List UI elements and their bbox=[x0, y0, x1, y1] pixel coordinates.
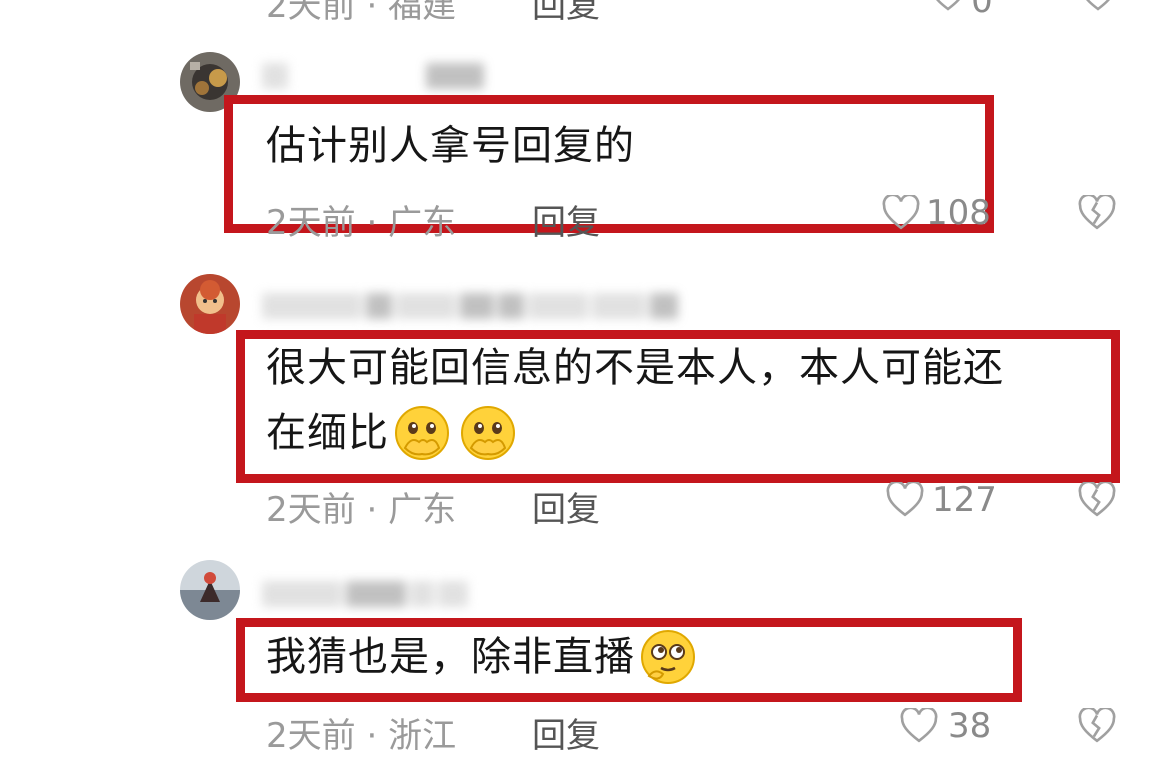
like-count: 108 bbox=[926, 193, 991, 233]
like-button[interactable]: 38 bbox=[900, 706, 991, 746]
heart-outline-icon bbox=[882, 195, 920, 230]
username-blurred[interactable] bbox=[262, 292, 678, 320]
meta-separator: · bbox=[366, 0, 378, 26]
dislike-button[interactable] bbox=[1078, 706, 1116, 748]
comment-location: 广东 bbox=[388, 490, 457, 530]
reply-button[interactable]: 回复 bbox=[532, 195, 600, 244]
like-count: 127 bbox=[932, 480, 997, 520]
like-button[interactable]: 127 bbox=[886, 480, 997, 520]
like-button[interactable]: 0 bbox=[930, 0, 993, 21]
comment-meta: 2天前 · 广东 bbox=[266, 195, 456, 244]
comment-location: 福建 bbox=[388, 0, 457, 26]
like-count: 0 bbox=[971, 0, 993, 21]
broken-heart-icon bbox=[1086, 0, 1110, 11]
broken-heart-icon bbox=[1078, 193, 1116, 230]
dislike-button[interactable] bbox=[1078, 193, 1116, 235]
comment-meta: 2天前 · 浙江 bbox=[266, 708, 456, 757]
comment-time: 2天前 bbox=[266, 0, 356, 26]
comment-location: 广东 bbox=[388, 203, 457, 243]
reply-button[interactable]: 回复 bbox=[532, 708, 600, 757]
hand-over-mouth-emoji bbox=[395, 406, 449, 460]
broken-heart-icon bbox=[1078, 480, 1116, 517]
comment-text-line2: 在缅比 bbox=[266, 404, 517, 462]
comment-text: 估计别人拿号回复的 bbox=[266, 123, 635, 169]
broken-heart-icon bbox=[1078, 706, 1116, 743]
hand-over-mouth-emoji bbox=[461, 406, 515, 460]
reply-button[interactable]: 回复 bbox=[532, 482, 600, 531]
comment-text-row: 我猜也是，除非直播 bbox=[266, 628, 697, 686]
like-button[interactable]: 108 bbox=[882, 193, 991, 233]
dislike-button[interactable] bbox=[1078, 480, 1116, 522]
comment-text: 在缅比 bbox=[266, 410, 389, 456]
comment-time: 2天前 bbox=[266, 716, 356, 756]
heart-outline-icon bbox=[900, 708, 938, 743]
comment-meta: 2天前 · 广东 bbox=[266, 482, 456, 531]
comment-time: 2天前 bbox=[266, 203, 356, 243]
meta-separator: · bbox=[366, 716, 378, 756]
comment-text-line1: 很大可能回信息的不是本人，本人可能还 bbox=[266, 345, 1004, 391]
comment-time: 2天前 bbox=[266, 490, 356, 530]
meta-separator: · bbox=[366, 490, 378, 530]
dislike-button[interactable] bbox=[1080, 0, 1116, 16]
avatar[interactable] bbox=[180, 274, 240, 334]
like-count: 38 bbox=[948, 706, 992, 746]
avatar[interactable] bbox=[180, 52, 240, 112]
username-blurred[interactable] bbox=[262, 580, 468, 608]
reply-button[interactable]: 回复 bbox=[532, 0, 600, 27]
heart-outline-icon bbox=[936, 0, 960, 11]
username-blurred[interactable] bbox=[262, 62, 484, 90]
comment-text: 我猜也是，除非直播 bbox=[266, 634, 635, 680]
comment-location: 浙江 bbox=[388, 716, 457, 756]
heart-outline-icon bbox=[886, 482, 924, 517]
comment-meta: 2天前 · 福建 bbox=[266, 0, 456, 27]
meta-separator: · bbox=[366, 203, 378, 243]
thinking-eyes-emoji bbox=[641, 630, 695, 684]
avatar[interactable] bbox=[180, 560, 240, 620]
